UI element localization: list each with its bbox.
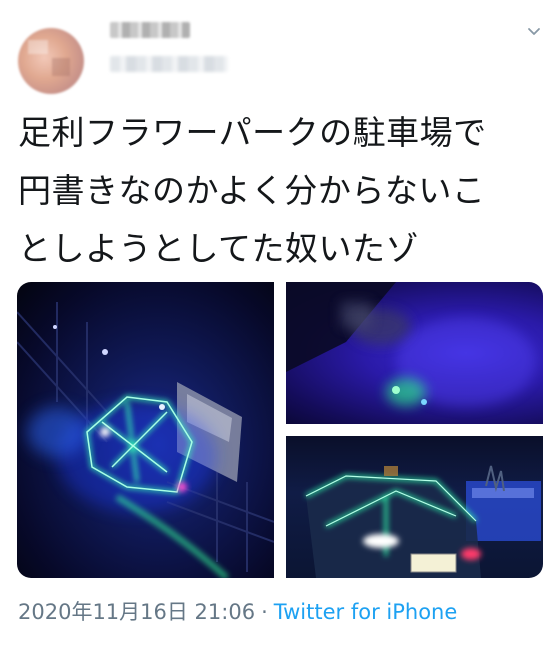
- chevron-down-icon[interactable]: [526, 24, 542, 40]
- author-handle-blurred[interactable]: [110, 56, 228, 72]
- tweet-header: [0, 0, 560, 100]
- tweet-source-link[interactable]: Twitter for iPhone: [274, 600, 458, 624]
- avatar[interactable]: [18, 28, 84, 94]
- tweet-footer: 2020年11月16日 21:06 · Twitter for iPhone: [18, 596, 457, 626]
- tweet-photo-3[interactable]: [286, 436, 543, 578]
- tweet-photo-1[interactable]: [17, 282, 274, 578]
- tweet-media-grid: [17, 282, 543, 578]
- author-name-blurred[interactable]: [110, 22, 190, 38]
- tweet-timestamp[interactable]: 2020年11月16日 21:06: [18, 600, 255, 624]
- tweet-photo-2[interactable]: [286, 282, 543, 424]
- footer-separator: ·: [261, 600, 268, 624]
- tweet-text: 足利フラワーパークの駐車場で 円書きなのかよく分からないこ としようとしてた奴い…: [18, 113, 487, 268]
